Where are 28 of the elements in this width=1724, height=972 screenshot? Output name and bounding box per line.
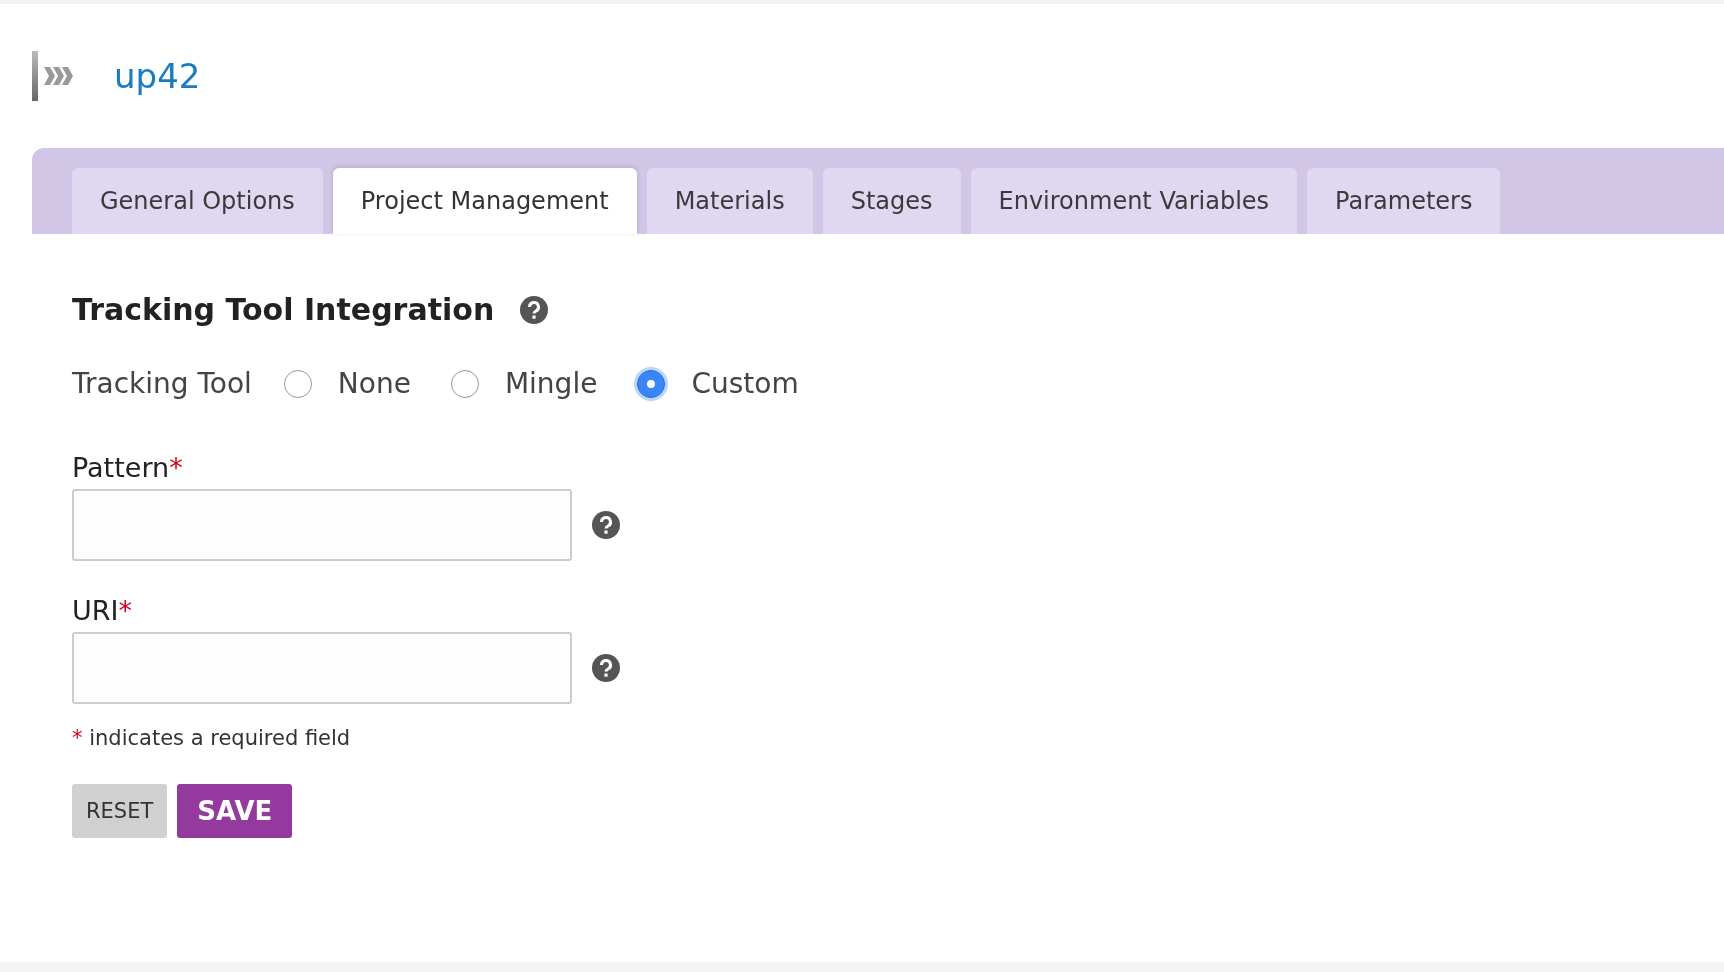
project-title[interactable]: up42	[114, 56, 201, 96]
required-note: indicates a required field	[89, 726, 351, 750]
tab[interactable]: Materials	[646, 168, 813, 234]
help-icon[interactable]	[520, 295, 549, 324]
radio-label[interactable]: None	[337, 367, 411, 400]
help-icon[interactable]	[592, 654, 620, 682]
input-field[interactable]	[72, 632, 572, 704]
field-label: Tracking Tool	[72, 367, 252, 400]
tab[interactable]: General Options	[72, 168, 323, 234]
required-mark: *	[72, 726, 83, 750]
save-button[interactable]: SAVE	[177, 784, 293, 838]
input-field[interactable]	[72, 489, 572, 561]
tab[interactable]: Environment Variables	[970, 168, 1298, 234]
tab[interactable]: Parameters	[1307, 168, 1501, 234]
radio-button[interactable]	[283, 369, 312, 398]
tab[interactable]: Stages	[822, 168, 961, 234]
radio-label[interactable]: Custom	[691, 367, 799, 400]
section-heading: Tracking Tool Integration	[72, 292, 495, 327]
required-mark: *	[169, 452, 183, 483]
field-label: URI	[72, 595, 119, 626]
required-mark: *	[118, 595, 132, 626]
radio-button[interactable]	[637, 369, 666, 398]
radio-button[interactable]	[450, 369, 479, 398]
help-icon[interactable]	[592, 511, 620, 539]
reset-button[interactable]: RESET	[72, 784, 168, 838]
field-label: Pattern	[72, 452, 170, 483]
tab[interactable]: Project Management	[332, 168, 637, 234]
radio-label[interactable]: Mingle	[504, 367, 598, 400]
